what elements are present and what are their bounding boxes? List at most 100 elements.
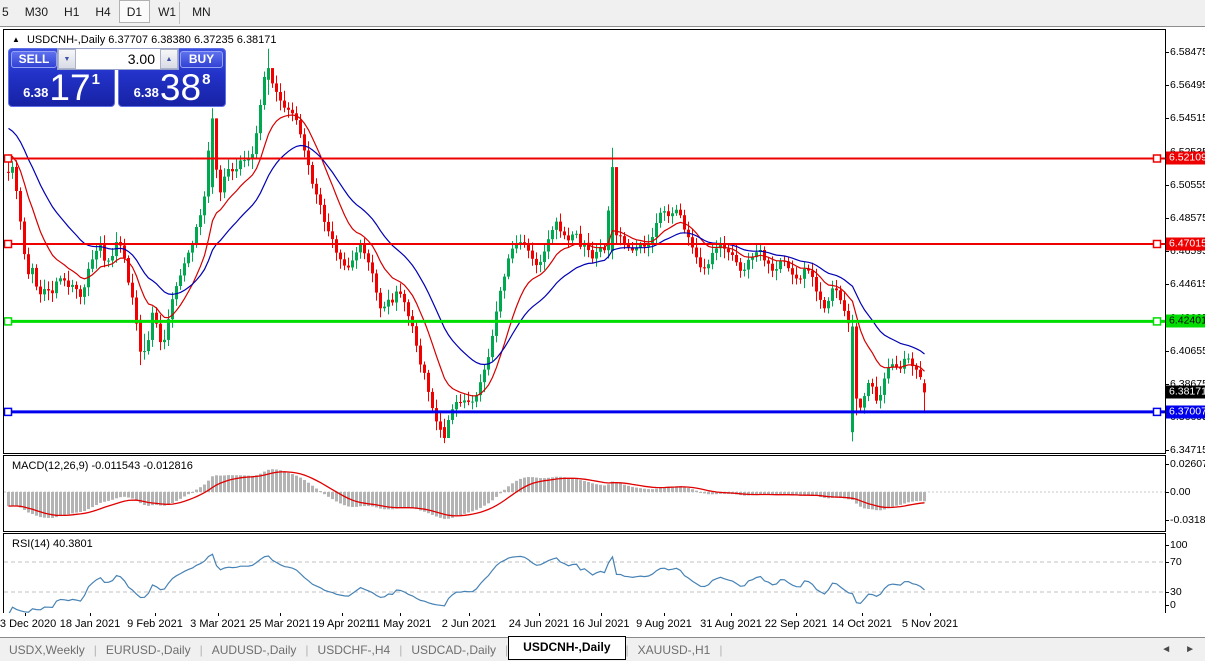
- ohlc-open: 6.37707: [108, 34, 148, 46]
- collapse-panel-icon[interactable]: ▲: [12, 35, 20, 44]
- macd-label: MACD(12,26,9) -0.011543 -0.012816: [12, 460, 193, 472]
- rsi-tick: 30: [1170, 586, 1182, 598]
- price-tick: 6.50555: [1170, 179, 1205, 191]
- chart-header: ▲ USDCNH-,Daily 6.37707 6.38380 6.37235 …: [12, 34, 277, 46]
- price-tick-mark: [1165, 185, 1169, 186]
- price-tick: 6.58475: [1170, 46, 1205, 58]
- price-tick-mark: [1165, 218, 1169, 219]
- rsi-tick-mark: [1165, 592, 1169, 593]
- timeframe-h4[interactable]: H4: [87, 0, 118, 23]
- level-price-label: 6.47015: [1166, 238, 1205, 251]
- date-label: 25 Mar 2021: [249, 618, 311, 630]
- price-tick: 6.44615: [1170, 278, 1205, 290]
- date-tick-mark: [862, 613, 863, 616]
- date-tick-mark: [342, 613, 343, 616]
- rsi-tick-mark: [1165, 545, 1169, 546]
- price-tick-mark: [1165, 85, 1169, 86]
- tab-eurusd-daily[interactable]: EURUSD-,Daily: [97, 643, 200, 657]
- tab-usdcnh-daily[interactable]: USDCNH-,Daily: [508, 636, 625, 660]
- macd-tick-mark: [1165, 520, 1169, 521]
- date-tick-mark: [90, 613, 91, 616]
- tab-audusd-daily[interactable]: AUDUSD-,Daily: [203, 643, 306, 657]
- price-chart-pane[interactable]: ▲ USDCNH-,Daily 6.37707 6.38380 6.37235 …: [3, 29, 1166, 454]
- buy-price-big: 38: [160, 71, 201, 104]
- rsi-pane[interactable]: RSI(14) 40.3801: [3, 533, 1166, 614]
- rsi-tick-mark: [1165, 562, 1169, 563]
- ohlc-high: 6.38380: [151, 34, 191, 46]
- rsi-tick: 100: [1170, 539, 1188, 551]
- sell-button[interactable]: SELL: [11, 51, 57, 68]
- tab-usdx-weekly[interactable]: USDX,Weekly: [0, 643, 94, 657]
- date-label: 19 Apr 2021: [312, 618, 371, 630]
- date-label: 18 Jan 2021: [60, 618, 121, 630]
- lot-increase-button[interactable]: ▲: [160, 49, 178, 69]
- rsi-tick: 0: [1170, 599, 1176, 611]
- date-tick-mark: [155, 613, 156, 616]
- date-label: 11 May 2021: [369, 618, 432, 630]
- level-price-label: 6.38171: [1166, 386, 1205, 399]
- tab-separator: |: [719, 643, 722, 657]
- date-label: 5 Nov 2021: [902, 618, 958, 630]
- sell-price-small: 6.38: [23, 85, 48, 100]
- date-axis[interactable]: 23 Dec 202018 Jan 20219 Feb 20213 Mar 20…: [0, 613, 1205, 637]
- timeframe-mn[interactable]: MN: [184, 0, 219, 23]
- buy-price: 6.38 38 8: [119, 71, 225, 104]
- sell-price-sup: 1: [92, 71, 100, 88]
- sell-price: 6.38 17 1: [9, 71, 114, 104]
- price-tick-mark: [1165, 251, 1169, 252]
- price-tick: 6.40655: [1170, 345, 1205, 357]
- macd-pane[interactable]: MACD(12,26,9) -0.011543 -0.012816: [3, 455, 1166, 532]
- date-tick-mark: [539, 613, 540, 616]
- timeframe-m30[interactable]: M30: [17, 0, 56, 23]
- date-tick-mark: [218, 613, 219, 616]
- buy-price-sup: 8: [202, 71, 210, 88]
- rsi-value: 40.3801: [53, 538, 93, 550]
- price-tick-mark: [1165, 284, 1169, 285]
- tab-usdchf-h4[interactable]: USDCHF-,H4: [309, 643, 400, 657]
- tab-scroll-left-icon[interactable]: ◄: [1161, 644, 1171, 655]
- tab-scroll-right-icon[interactable]: ►: [1185, 644, 1195, 655]
- lot-size-spinner: ▼ 3.00 ▲: [57, 48, 179, 70]
- rsi-chart[interactable]: [4, 534, 1165, 613]
- lot-decrease-button[interactable]: ▼: [58, 49, 76, 69]
- price-tick: 6.34715: [1170, 444, 1205, 456]
- macd-tick: 0.00: [1170, 486, 1190, 498]
- price-tick: 6.48575: [1170, 212, 1205, 224]
- price-tick-mark: [1165, 351, 1169, 352]
- timeframe-d1[interactable]: D1: [119, 0, 150, 23]
- date-label: 16 Jul 2021: [573, 618, 630, 630]
- date-label: 31 Aug 2021: [700, 618, 762, 630]
- level-price-label: 6.52109: [1166, 152, 1205, 165]
- toolbar-separator: [179, 2, 180, 24]
- macd-tick: -0.03187: [1170, 514, 1205, 526]
- macd-tick-mark: [1165, 492, 1169, 493]
- price-tick-mark: [1165, 52, 1169, 53]
- date-tick-mark: [731, 613, 732, 616]
- price-tick-mark: [1165, 450, 1169, 451]
- price-tick: 6.54515: [1170, 112, 1205, 124]
- timeframe-h1[interactable]: H1: [56, 0, 87, 23]
- tab-usdcad-daily[interactable]: USDCAD-,Daily: [402, 643, 505, 657]
- date-tick-mark: [930, 613, 931, 616]
- tab-scroll-controls: ◄►: [1161, 644, 1205, 655]
- date-tick-mark: [400, 613, 401, 616]
- date-label: 14 Oct 2021: [832, 618, 892, 630]
- date-label: 9 Aug 2021: [636, 618, 692, 630]
- date-label: 23 Dec 2020: [0, 618, 56, 630]
- date-tick-mark: [25, 613, 26, 616]
- rsi-label: RSI(14) 40.3801: [12, 538, 93, 550]
- date-label: 22 Sep 2021: [765, 618, 827, 630]
- chart-tab-bar: USDX,Weekly|EURUSD-,Daily|AUDUSD-,Daily|…: [0, 637, 1205, 661]
- timeframe-5[interactable]: 5: [0, 0, 17, 23]
- date-label: 9 Feb 2021: [127, 618, 183, 630]
- tab-xauusd-h1[interactable]: XAUUSD-,H1: [629, 643, 720, 657]
- date-tick-mark: [280, 613, 281, 616]
- price-tick: 6.56495: [1170, 79, 1205, 91]
- lot-size-value[interactable]: 3.00: [76, 49, 160, 69]
- date-label: 2 Jun 2021: [442, 618, 496, 630]
- date-label: 24 Jun 2021: [509, 618, 570, 630]
- rsi-tick: 70: [1170, 556, 1182, 568]
- buy-button[interactable]: BUY: [180, 51, 223, 68]
- level-price-label: 6.42401: [1166, 315, 1205, 328]
- mt4-window: 5M30H1H4D1W1MN ▲ USDCNH-,Daily 6.37707 6…: [0, 0, 1205, 661]
